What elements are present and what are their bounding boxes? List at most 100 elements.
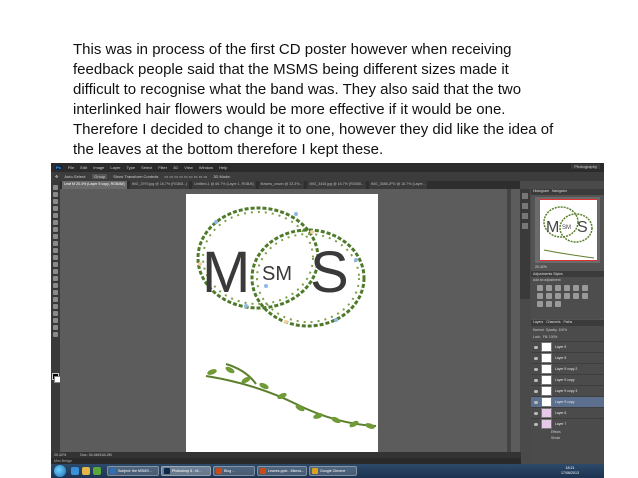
taskbar-item[interactable]: Leaves.pptx - Micros... bbox=[257, 466, 307, 476]
folder-icon[interactable] bbox=[82, 467, 90, 475]
taskbar-item[interactable]: Photoshop 8 - M... bbox=[161, 466, 211, 476]
menu-window[interactable]: Window bbox=[199, 165, 213, 170]
vibrance-icon[interactable] bbox=[573, 285, 579, 291]
document-tab[interactable]: Leaf M 20.4% (Layer 9 copy, RGB/8#) bbox=[62, 181, 127, 189]
document-tab[interactable]: IMG_3588.JPG @ 16.7% (Layer... bbox=[368, 181, 428, 189]
quick-select-tool[interactable] bbox=[53, 206, 58, 211]
levels-icon[interactable] bbox=[546, 285, 552, 291]
media-player-icon[interactable] bbox=[93, 467, 101, 475]
tab-channels[interactable]: Channels bbox=[546, 320, 560, 326]
actions-panel-icon[interactable] bbox=[522, 203, 528, 209]
brightness-contrast-icon[interactable] bbox=[537, 285, 543, 291]
menu-filter[interactable]: Filter bbox=[158, 165, 167, 170]
crop-tool[interactable] bbox=[53, 213, 58, 218]
menu-3d[interactable]: 3D bbox=[173, 165, 178, 170]
history-panel-icon[interactable] bbox=[522, 193, 528, 199]
healing-brush-tool[interactable] bbox=[53, 227, 58, 232]
canvas-scrollbar[interactable] bbox=[507, 189, 511, 452]
navigator-thumbnail[interactable]: M SM S bbox=[539, 199, 598, 261]
menu-image[interactable]: Image bbox=[93, 165, 104, 170]
visibility-eye-icon[interactable] bbox=[534, 345, 538, 349]
channel-mixer-icon[interactable] bbox=[564, 293, 570, 299]
layer-row[interactable]: Layer 6 bbox=[531, 407, 604, 418]
color-balance-icon[interactable] bbox=[537, 293, 543, 299]
gradient-map-icon[interactable] bbox=[546, 301, 552, 307]
eraser-tool[interactable] bbox=[53, 255, 58, 260]
tab-layers[interactable]: Layers bbox=[533, 320, 543, 326]
invert-icon[interactable] bbox=[573, 293, 579, 299]
auto-select-dropdown[interactable]: Group bbox=[92, 174, 108, 179]
black-white-icon[interactable] bbox=[546, 293, 552, 299]
document-tab[interactable]: IMG_3445.jpg @ 16.7% (RGB/8... bbox=[307, 181, 366, 189]
document-tab[interactable]: IMG_2979.jpg @ 16.7% (RGB/8...) bbox=[129, 181, 190, 189]
menu-select[interactable]: Select bbox=[141, 165, 152, 170]
info-panel-icon[interactable] bbox=[522, 213, 528, 219]
menu-help[interactable]: Help bbox=[219, 165, 227, 170]
tab-adjustments[interactable]: Adjustments bbox=[533, 272, 552, 276]
visibility-eye-icon[interactable] bbox=[534, 367, 538, 371]
fill-field[interactable]: Fill: 100% bbox=[543, 335, 557, 339]
menu-view[interactable]: View bbox=[184, 165, 193, 170]
move-tool[interactable] bbox=[53, 185, 58, 190]
tab-styles[interactable]: Styles bbox=[553, 272, 563, 276]
blur-tool[interactable] bbox=[53, 269, 58, 274]
brush-tool[interactable] bbox=[53, 234, 58, 239]
history-brush-tool[interactable] bbox=[53, 248, 58, 253]
posterize-icon[interactable] bbox=[582, 293, 588, 299]
visibility-eye-icon[interactable] bbox=[534, 400, 538, 404]
visibility-eye-icon[interactable] bbox=[534, 422, 538, 426]
taskbar-item[interactable]: Google Chrome bbox=[309, 466, 357, 476]
visibility-eye-icon[interactable] bbox=[534, 378, 538, 382]
visibility-eye-icon[interactable] bbox=[534, 389, 538, 393]
eyedropper-tool[interactable] bbox=[53, 220, 58, 225]
layer-row[interactable]: Layer 7 bbox=[531, 418, 604, 429]
layer-row[interactable]: Layer 5 bbox=[531, 352, 604, 363]
shape-tool[interactable] bbox=[53, 304, 58, 309]
canvas-area[interactable]: M SM S bbox=[60, 189, 520, 452]
layer-row[interactable]: Layer 9 copy 3 bbox=[531, 385, 604, 396]
photo-filter-icon[interactable] bbox=[555, 293, 561, 299]
gradient-tool[interactable] bbox=[53, 262, 58, 267]
layer-row[interactable]: Layer 9 copy bbox=[531, 374, 604, 385]
zoom-level[interactable]: 20.42% bbox=[54, 453, 66, 457]
layer-row-selected[interactable]: Layer 9 copy bbox=[531, 396, 604, 407]
auto-select-checkbox[interactable]: Auto-Select: bbox=[64, 174, 86, 179]
show-transform-controls[interactable]: Show Transform Controls bbox=[113, 174, 158, 179]
layer-row[interactable]: Layer 9 bbox=[531, 341, 604, 352]
start-button[interactable] bbox=[54, 465, 66, 477]
poster-document[interactable]: M SM S bbox=[186, 194, 378, 452]
blend-mode-select[interactable]: Normal bbox=[533, 328, 544, 332]
threshold-icon[interactable] bbox=[537, 301, 543, 307]
hand-tool[interactable] bbox=[53, 325, 58, 330]
tab-histogram[interactable]: Histogram bbox=[533, 189, 549, 195]
visibility-eye-icon[interactable] bbox=[534, 356, 538, 360]
ie-icon[interactable] bbox=[71, 467, 79, 475]
menu-type[interactable]: Type bbox=[126, 165, 135, 170]
pen-tool[interactable] bbox=[53, 283, 58, 288]
system-clock[interactable]: 18:21 17/06/2013 bbox=[561, 466, 579, 476]
type-tool[interactable] bbox=[53, 290, 58, 295]
visibility-eye-icon[interactable] bbox=[534, 411, 538, 415]
zoom-tool[interactable] bbox=[53, 332, 58, 337]
path-select-tool[interactable] bbox=[53, 297, 58, 302]
exposure-icon[interactable] bbox=[564, 285, 570, 291]
align-buttons[interactable]: ▭ ▭ ▭ ▭ ▭ ▭ ▭ ▭ ▭ bbox=[164, 174, 207, 179]
move-tool-icon[interactable]: ✥ bbox=[55, 174, 58, 179]
menu-layer[interactable]: Layer bbox=[110, 165, 120, 170]
3d-rotate-tool[interactable] bbox=[53, 311, 58, 316]
layer-row[interactable]: Layer 9 copy 2 bbox=[531, 363, 604, 374]
selective-color-icon[interactable] bbox=[555, 301, 561, 307]
document-tab[interactable]: flowers_crown @ 33.3%... bbox=[258, 181, 305, 189]
3d-orbit-tool[interactable] bbox=[53, 318, 58, 323]
brush-panel-icon[interactable] bbox=[522, 223, 528, 229]
document-tab[interactable]: Untitled-1 @ 66.7% (Layer 1, RGB/8) bbox=[192, 181, 256, 189]
hue-saturation-icon[interactable] bbox=[582, 285, 588, 291]
tab-navigator[interactable]: Navigator bbox=[552, 189, 567, 195]
clone-stamp-tool[interactable] bbox=[53, 241, 58, 246]
opacity-field[interactable]: Opacity: 100% bbox=[546, 328, 567, 332]
taskbar-item[interactable]: Blog ... bbox=[213, 466, 255, 476]
menu-edit[interactable]: Edit bbox=[80, 165, 87, 170]
dodge-tool[interactable] bbox=[53, 276, 58, 281]
tab-paths[interactable]: Paths bbox=[564, 320, 573, 326]
workspace-switcher[interactable]: Photography bbox=[571, 164, 600, 169]
